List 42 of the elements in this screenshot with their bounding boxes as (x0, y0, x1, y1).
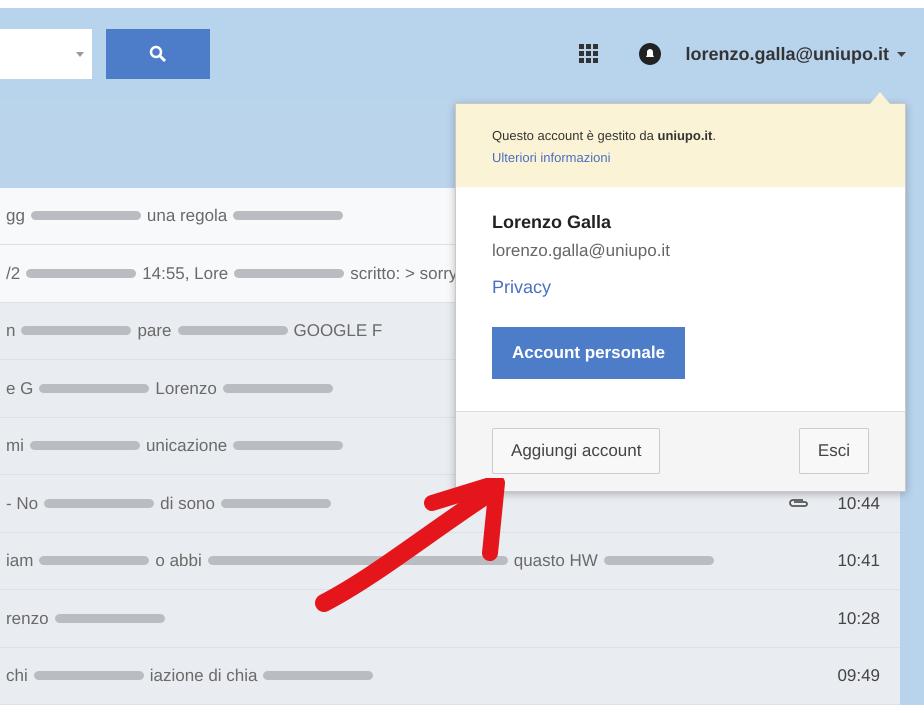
message-time: 10:41 (836, 550, 880, 572)
message-snippet: unicazione (146, 435, 228, 458)
message-snippet: gg (6, 205, 25, 228)
message-snippet: iam (6, 550, 34, 572)
message-row[interactable]: renzo 10:28 (0, 590, 900, 648)
message-snippet: di sono (160, 492, 215, 515)
message-snippet: /2 (6, 262, 20, 285)
caret-icon (76, 52, 84, 56)
message-snippet: quasto HW (514, 550, 598, 572)
paperclip-icon (788, 497, 810, 510)
add-account-button[interactable]: Aggiungi account (492, 428, 660, 474)
message-snippet: renzo (6, 608, 49, 630)
message-snippet: scritto: > sorry (350, 262, 458, 285)
message-snippet: mi (6, 435, 24, 458)
more-info-link[interactable]: Ulteriori informazioni (492, 148, 869, 167)
message-time: 10:28 (836, 608, 880, 630)
message-snippet: pare (137, 320, 172, 342)
apps-grid-icon[interactable] (579, 44, 600, 64)
message-snippet: Lorenzo (155, 378, 217, 400)
sign-out-button[interactable]: Esci (798, 428, 869, 474)
message-time: 10:44 (836, 492, 880, 515)
message-row[interactable]: chi iazione di chia 09:49 (0, 648, 900, 705)
message-row[interactable]: iam o abbi quasto HW 10:41 (0, 532, 900, 590)
message-snippet: 14:55, Lore (142, 262, 228, 285)
caret-icon[interactable] (897, 52, 906, 56)
message-snippet: una regola (146, 205, 228, 228)
message-snippet: chi (6, 665, 28, 687)
search-icon (149, 45, 167, 63)
search-field[interactable] (0, 29, 92, 79)
message-snippet: GOOGLE F (294, 320, 382, 342)
account-name: Lorenzo Galla (492, 211, 612, 234)
privacy-link[interactable]: Privacy (492, 274, 552, 300)
message-snippet: n (6, 320, 16, 342)
message-snippet: - No (6, 492, 38, 515)
notification-icon[interactable] (639, 43, 662, 65)
message-snippet: e G (6, 378, 34, 400)
message-time: 09:49 (836, 665, 880, 687)
account-email[interactable]: lorenzo.galla@uniupo.it (685, 40, 889, 68)
message-snippet: o abbi (155, 550, 202, 572)
personal-account-button[interactable]: Account personale (492, 326, 686, 378)
message-snippet: iazione di chia (150, 665, 258, 687)
notice-text: Questo account è gestito da uniupo.it. (492, 127, 717, 145)
